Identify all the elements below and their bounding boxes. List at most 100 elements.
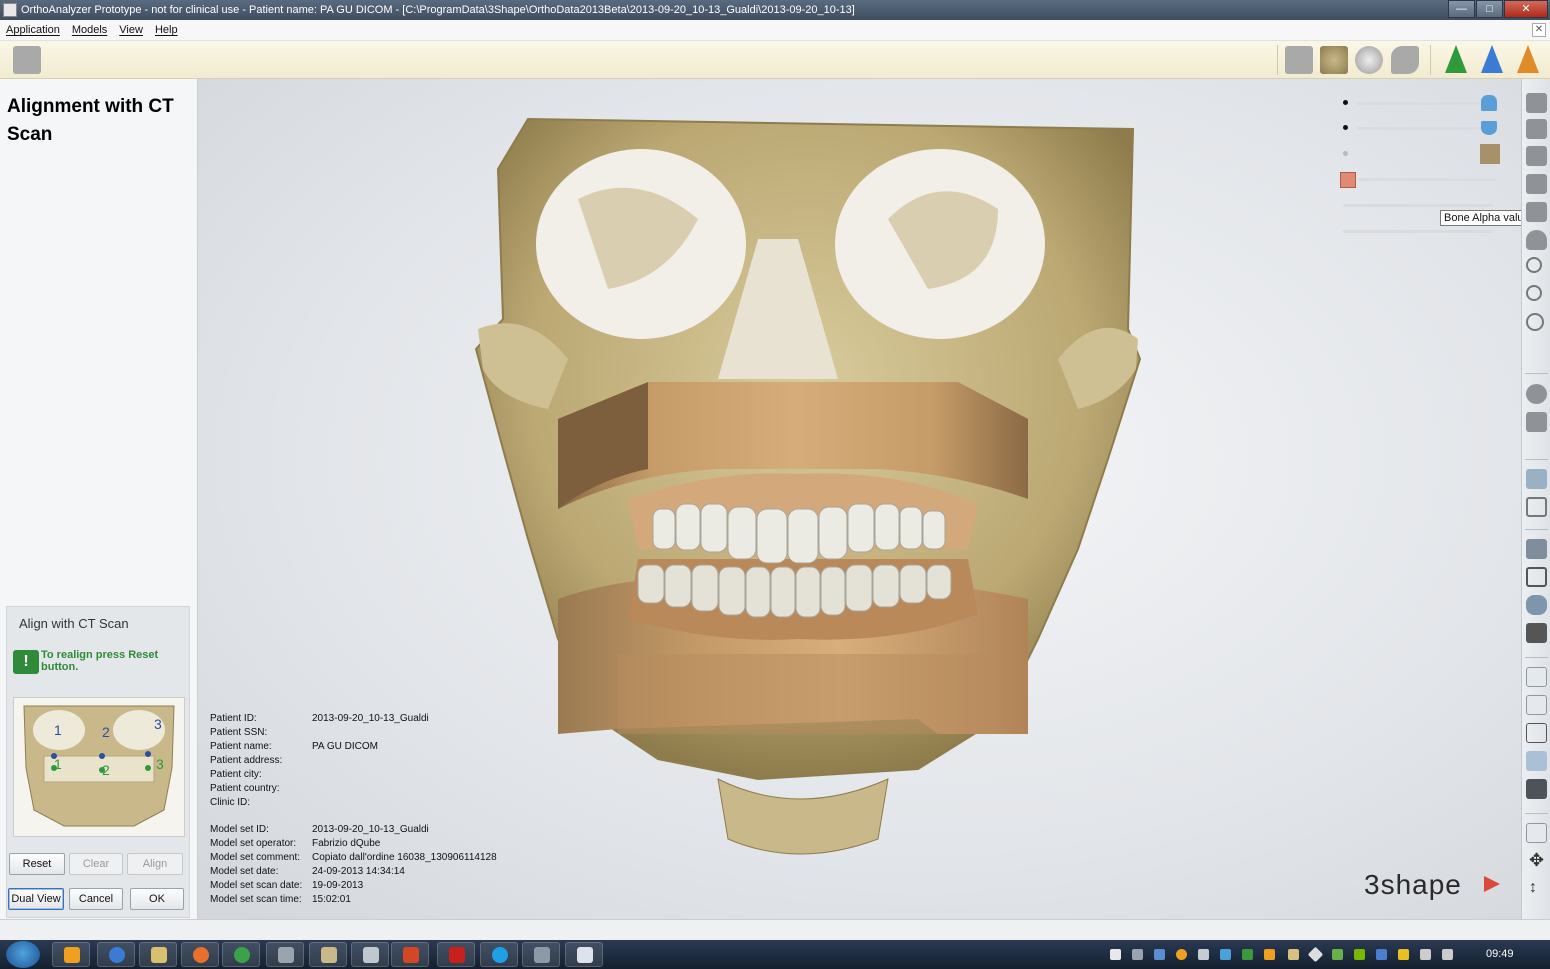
maximize-icon[interactable]: □	[1476, 0, 1503, 18]
left-panel: Alignment with CT Scan Align with CT Sca…	[0, 79, 198, 919]
tray-icon[interactable]	[1288, 949, 1299, 960]
taskbar-app[interactable]	[351, 942, 389, 967]
start-button[interactable]	[6, 941, 40, 968]
3d-viewport[interactable]: Bone Alpha value Patient ID: 2013-09-20_1…	[198, 79, 1521, 919]
model-set-comment-row: Model set comment: Copiato dall'ordine 16…	[210, 852, 497, 863]
transparency-icon[interactable]	[1526, 751, 1547, 771]
slider-row[interactable]	[1343, 224, 1503, 238]
menu-view[interactable]: View	[113, 24, 149, 36]
tray-icon[interactable]	[1132, 949, 1143, 960]
taskbar-orthoanalyzer[interactable]	[565, 942, 603, 967]
symmetry-icon[interactable]	[1526, 497, 1547, 517]
network-icon[interactable]	[1420, 949, 1431, 960]
tray-icon[interactable]	[1307, 946, 1324, 963]
toolbar-separator	[1430, 45, 1431, 75]
taskbar-acrobat[interactable]	[437, 942, 475, 967]
tray-icon[interactable]	[1332, 949, 1343, 960]
taskbar-media-player[interactable]	[181, 942, 219, 967]
zoom-fit-icon[interactable]	[1526, 285, 1542, 301]
volume-icon[interactable]	[1442, 949, 1453, 960]
taskbar-app[interactable]	[522, 942, 560, 967]
tray-icon[interactable]	[1154, 949, 1165, 960]
tray-icon[interactable]	[1354, 949, 1365, 960]
upper-model-alpha-slider[interactable]	[1357, 102, 1481, 105]
soft-tissue-swatch-icon[interactable]	[1340, 172, 1356, 188]
taskbar-app[interactable]	[309, 942, 347, 967]
lower-jaw-toggle-icon[interactable]	[1526, 695, 1547, 715]
bottom-view-icon[interactable]	[1526, 230, 1547, 250]
rotate-icon[interactable]	[1526, 313, 1544, 331]
warning-flag-icon[interactable]	[1398, 949, 1409, 960]
ok-button[interactable]: OK	[130, 888, 184, 910]
open-folder-icon[interactable]	[13, 46, 41, 74]
system-clock[interactable]: 09:49	[1486, 948, 1514, 960]
close-icon[interactable]: ✕	[1504, 0, 1548, 18]
bone-alpha-slider[interactable]	[1343, 204, 1493, 207]
arch-icon[interactable]	[1526, 595, 1547, 615]
cross-section-icon[interactable]	[1526, 723, 1547, 743]
model-view-icon[interactable]	[1285, 46, 1313, 74]
orange-cone-icon[interactable]	[1517, 45, 1539, 73]
slider-row[interactable]	[1343, 121, 1503, 135]
taskbar-explorer[interactable]	[139, 942, 177, 967]
green-cone-icon[interactable]	[1445, 45, 1467, 73]
align-button[interactable]: Align	[127, 853, 183, 875]
screenshot-camera-icon[interactable]	[1526, 623, 1547, 643]
back-view-icon[interactable]	[1526, 119, 1547, 139]
cube-icon[interactable]	[1526, 412, 1547, 432]
upper-jaw-toggle-icon[interactable]	[1526, 667, 1547, 687]
realign-message: To realign press Reset button.	[41, 649, 159, 673]
taskbar-outlook[interactable]	[52, 942, 90, 967]
solid-shading-icon[interactable]	[1526, 779, 1547, 799]
cancel-button[interactable]: Cancel	[69, 888, 123, 910]
slider-row[interactable]	[1343, 96, 1503, 110]
zoom-mode-icon[interactable]: ↕	[1526, 879, 1547, 899]
box-icon[interactable]	[1526, 539, 1547, 559]
top-view-icon[interactable]	[1526, 202, 1547, 222]
tray-icon[interactable]	[1198, 949, 1209, 960]
ct-disc-icon[interactable]	[1355, 46, 1383, 74]
windows-taskbar: 09:49	[0, 940, 1550, 969]
taskbar-skype[interactable]	[480, 942, 518, 967]
front-view-icon[interactable]	[1526, 93, 1547, 113]
toolbar-separator	[1525, 373, 1548, 374]
bluetooth-icon[interactable]	[1376, 949, 1387, 960]
rotate-mode-icon[interactable]	[1526, 823, 1547, 843]
ct-threshold-slider[interactable]	[1343, 230, 1493, 233]
menu-help[interactable]: Help	[149, 24, 184, 36]
sphere-icon[interactable]	[1526, 384, 1547, 404]
slider-row[interactable]	[1340, 172, 1500, 188]
menu-application[interactable]: Application	[0, 24, 66, 36]
taskbar-powerpoint[interactable]	[391, 942, 429, 967]
taskbar-chrome[interactable]	[222, 942, 260, 967]
toolbar-separator	[1525, 813, 1548, 814]
tray-icon[interactable]	[1176, 949, 1187, 960]
pan-mode-icon[interactable]: ✥	[1526, 850, 1547, 871]
left-view-icon[interactable]	[1526, 146, 1547, 166]
taskbar-app[interactable]	[266, 942, 304, 967]
model-set-scan-time-value: 15:02:01	[312, 894, 351, 905]
frame-icon[interactable]	[1526, 567, 1547, 587]
jaw-view-icon[interactable]	[1320, 46, 1348, 74]
zoom-text-icon[interactable]	[1526, 257, 1542, 273]
blue-cone-icon[interactable]	[1481, 45, 1503, 73]
taskbar-ie[interactable]	[97, 942, 135, 967]
patient-name-label: Patient name:	[210, 741, 272, 752]
minimize-icon[interactable]: —	[1448, 0, 1475, 18]
right-view-icon[interactable]	[1526, 174, 1547, 194]
tray-icon[interactable]	[1220, 949, 1231, 960]
tray-icon[interactable]	[1264, 949, 1275, 960]
menu-models[interactable]: Models	[66, 24, 113, 36]
reset-button[interactable]: Reset	[9, 853, 65, 875]
model-set-comment-label: Model set comment:	[210, 852, 301, 863]
soft-tissue-alpha-slider[interactable]	[1358, 178, 1496, 181]
camera-tool-icon[interactable]	[1526, 469, 1547, 489]
tray-icon[interactable]	[1242, 949, 1253, 960]
lower-model-alpha-slider[interactable]	[1357, 127, 1481, 130]
close-document-icon[interactable]: ✕	[1532, 23, 1546, 37]
slider-row[interactable]	[1343, 147, 1503, 161]
tray-icon[interactable]	[1110, 949, 1121, 960]
clear-button[interactable]: Clear	[69, 853, 123, 875]
occlusion-icon[interactable]	[1391, 46, 1419, 74]
dual-view-button[interactable]: Dual View	[8, 888, 64, 910]
